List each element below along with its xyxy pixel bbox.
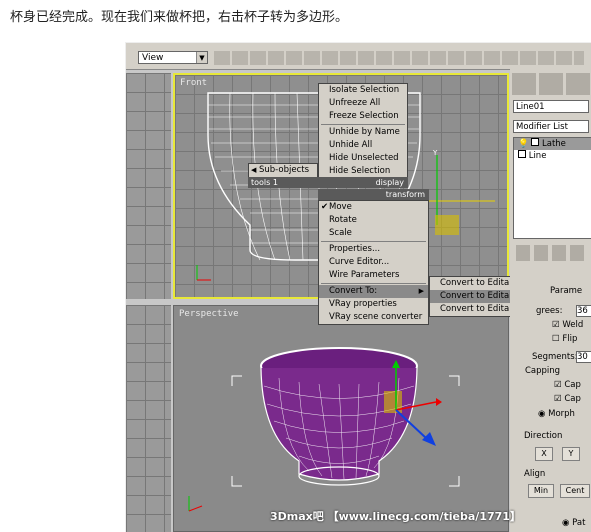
lightbulb-icon: 💡 (518, 139, 529, 149)
patch-radio[interactable]: ◉ Pat (562, 518, 585, 528)
cup-perspective (188, 347, 460, 512)
menu-item-freeze-selection[interactable]: Freeze Selection (319, 110, 407, 123)
main-toolbar: View ▼ (126, 43, 591, 70)
menu-item-unfreeze-all[interactable]: Unfreeze All (319, 97, 407, 110)
quad-bar-transform: transform (318, 189, 429, 200)
morph-label: Morph (548, 409, 575, 419)
quad-menu-display: Isolate Selection Unfreeze All Freeze Se… (318, 83, 408, 179)
cap-end-checkbox[interactable]: ☑ Cap (554, 394, 581, 404)
menu-item-scale[interactable]: Scale (319, 227, 428, 240)
caption-text: 杯身已经完成。现在我们来做杯把，右击杯子转为多边形。 (10, 10, 349, 25)
menu-item-vray-properties[interactable]: VRay properties (319, 298, 428, 311)
degrees-label: grees: (536, 306, 563, 316)
command-panel: Line01 Modifier List 💡 Lathe Line Parame… (510, 69, 591, 532)
segments-field[interactable]: 30 (576, 351, 591, 363)
arrow-right-icon: ▶ (418, 287, 424, 295)
menu-item-isolate-selection[interactable]: Isolate Selection (319, 84, 407, 97)
view-dropdown[interactable]: View ▼ (138, 51, 208, 64)
direction-y-button[interactable]: Y (562, 447, 580, 461)
arrow-left-icon: ◀ (251, 166, 257, 174)
flip-label: Flip (562, 334, 578, 344)
cap-end-label: Cap (564, 394, 581, 404)
menu-item-unhide-by-name[interactable]: Unhide by Name (319, 126, 407, 139)
menu-item-unhide-all[interactable]: Unhide All (319, 139, 407, 152)
align-center-button[interactable]: Cent (560, 484, 590, 498)
modifier-stack: 💡 Lathe Line (513, 137, 591, 239)
stack-item-lathe[interactable]: 💡 Lathe (514, 138, 591, 150)
modifier-list-dropdown[interactable]: Modifier List (513, 120, 589, 133)
object-name-field[interactable]: Line01 (513, 100, 589, 113)
view-dropdown-label: View (142, 53, 164, 63)
align-group-title: Align (524, 469, 546, 479)
rollout-parameters-title[interactable]: Parame (550, 286, 582, 296)
expand-icon (531, 138, 540, 146)
stack-item-line-label: Line (528, 151, 547, 161)
menu-separator (321, 241, 426, 242)
checkmark-icon: ✔ (321, 202, 329, 212)
weld-label: Weld (562, 320, 584, 330)
menu-item-move-label: Move (329, 202, 352, 212)
quad-bar-tools1: tools 1 display (248, 177, 408, 188)
menu-item-sub-objects[interactable]: ◀ Sub-objects (249, 164, 317, 177)
quad-menu-transform: ✔ Move Rotate Scale Properties... Curve … (318, 200, 429, 325)
morph-radio[interactable]: ◉ Morph (538, 409, 575, 419)
menu-item-properties[interactable]: Properties... (319, 243, 428, 256)
flip-checkbox[interactable]: ☐ Flip (552, 334, 577, 344)
degrees-field[interactable]: 36 (576, 305, 591, 317)
quad-menu-tools1: ◀ Sub-objects (248, 163, 318, 178)
direction-group-title: Direction (524, 431, 563, 441)
chevron-down-icon: ▼ (196, 52, 207, 63)
menu-separator (321, 283, 426, 284)
stack-item-line[interactable]: Line (514, 150, 591, 162)
menu-item-hide-unselected[interactable]: Hide Unselected (319, 152, 407, 165)
quad-bar-tools1-label: tools 1 (251, 178, 278, 187)
segments-label: Segments: (532, 352, 578, 362)
max-screenshot: View ▼ Front Y Perspective Isolate Selec… (125, 42, 591, 532)
left-viewport-strip (126, 73, 171, 299)
menu-item-curve-editor[interactable]: Curve Editor... (319, 256, 428, 269)
stack-item-lathe-label: Lathe (542, 139, 566, 149)
perspective-viewport[interactable]: Perspective (173, 305, 509, 532)
sub-objects-label: Sub-objects (259, 165, 310, 175)
direction-x-button[interactable]: X (535, 447, 553, 461)
toolbar-icons[interactable] (214, 51, 584, 65)
menu-item-wire-parameters[interactable]: Wire Parameters (319, 269, 428, 282)
menu-item-convert-to-label: Convert To: (329, 286, 378, 296)
stack-buttons[interactable] (516, 245, 588, 261)
menu-item-move[interactable]: ✔ Move (319, 201, 428, 214)
svg-text:Y: Y (432, 149, 438, 157)
cap-start-label: Cap (564, 380, 581, 390)
capping-group-title: Capping (525, 366, 561, 376)
expand-icon (518, 150, 526, 158)
watermark-text: 3Dmax吧 【www.linecg.com/tieba/1771】 (270, 510, 521, 523)
quad-bar-display-label: display (375, 178, 404, 187)
left-viewport-strip-bottom (126, 305, 171, 532)
menu-separator (321, 124, 405, 125)
patch-label: Pat (572, 518, 586, 528)
menu-item-vray-scene-converter[interactable]: VRay scene converter (319, 311, 428, 324)
cap-start-checkbox[interactable]: ☑ Cap (554, 380, 581, 390)
menu-item-rotate[interactable]: Rotate (319, 214, 428, 227)
align-min-button[interactable]: Min (528, 484, 554, 498)
menu-item-convert-to[interactable]: Convert To: ▶ (319, 285, 428, 298)
weld-checkbox[interactable]: ☑ Weld (552, 320, 583, 330)
panel-tabs[interactable] (512, 73, 590, 95)
quad-bar-transform-label: transform (385, 190, 425, 199)
